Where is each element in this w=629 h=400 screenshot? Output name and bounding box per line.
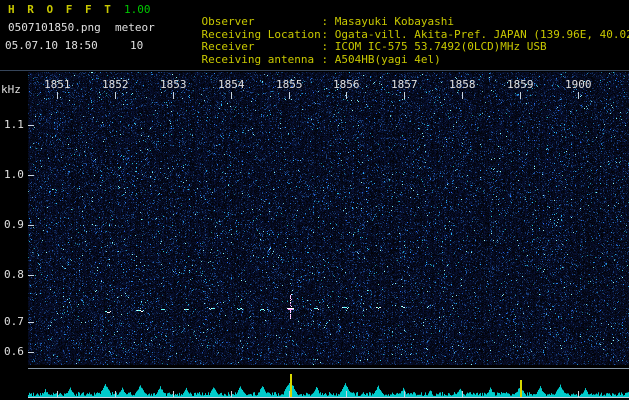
time-tick-label: 1852 — [102, 78, 129, 91]
app-title: H R O F F T — [8, 3, 114, 16]
time-tick-label: 1854 — [218, 78, 245, 91]
freq-tick-label: 0.9 — [4, 218, 24, 231]
time-tick-label: 1858 — [449, 78, 476, 91]
freq-tick-label: 0.6 — [4, 345, 24, 358]
spectrogram-canvas — [28, 72, 629, 365]
station-label: Receiving antenna — [201, 53, 315, 66]
signal-level-canvas — [28, 374, 629, 400]
time-tick-label: 1857 — [391, 78, 418, 91]
time-tick-label: 1856 — [333, 78, 360, 91]
mode-label: meteor — [115, 21, 155, 34]
filename: 0507101850.png — [8, 21, 101, 34]
time-tick-label: 1855 — [276, 78, 303, 91]
time-tick-label: 1851 — [44, 78, 71, 91]
time-tick-label: 1853 — [160, 78, 187, 91]
datetime: 05.07.10 18:50 — [5, 39, 98, 52]
freq-tick-label: 1.0 — [4, 168, 24, 181]
strip-separator-line — [28, 368, 629, 369]
header-separator-line — [0, 70, 629, 71]
station-value: : A504HB(yagi 4el) — [321, 53, 441, 66]
hrofft-screen: H R O F F T 1.00 0507101850.png meteor 0… — [0, 0, 629, 400]
duration: 10 — [130, 39, 144, 52]
freq-tick-label: 1.1 — [4, 118, 24, 131]
time-tick-label: 1859 — [507, 78, 534, 91]
time-tick-label: 1900 — [565, 78, 592, 91]
y-axis-unit-label: kHz — [1, 83, 21, 96]
app-version: 1.00 — [124, 3, 151, 16]
freq-tick-label: 0.7 — [4, 315, 24, 328]
freq-tick-label: 0.8 — [4, 268, 24, 281]
